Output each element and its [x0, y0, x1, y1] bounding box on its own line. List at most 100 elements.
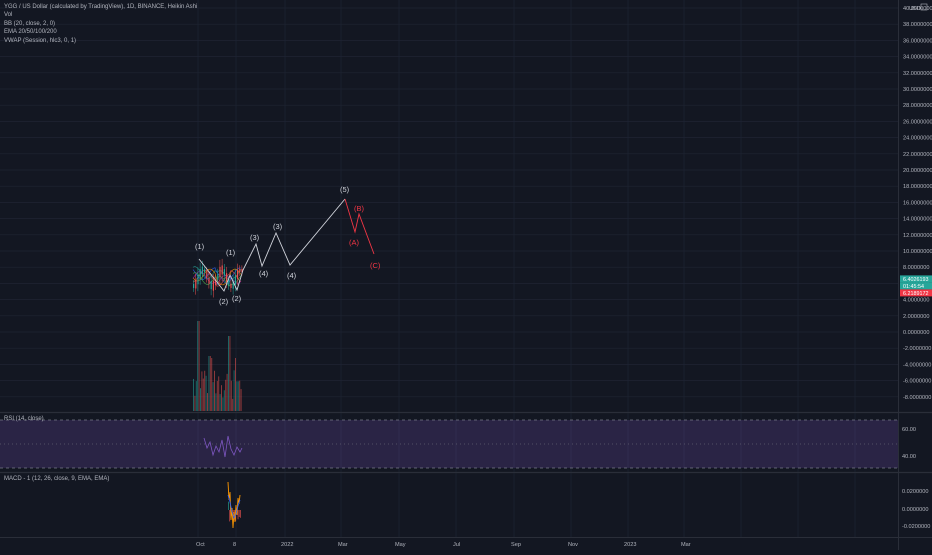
time-label-2022: 2022	[281, 542, 293, 548]
candle-body	[221, 265, 223, 275]
candle-body	[217, 273, 219, 280]
volume-bar	[200, 388, 201, 411]
wave-label-4b[interactable]: (4)	[287, 271, 297, 280]
price-badge-0: 6.4026193	[903, 277, 928, 283]
time-label-may: May	[395, 542, 406, 548]
wave-label-B[interactable]: (B)	[354, 204, 365, 213]
time-label-2023: 2023	[624, 542, 636, 548]
volume-bar	[207, 393, 208, 411]
wave-label-3b[interactable]: (3)	[273, 222, 283, 231]
chart-legend: YGG / US Dollar (calculated by TradingVi…	[4, 3, 197, 45]
rsi-pane-label[interactable]: RSI (14, close)	[4, 416, 44, 422]
volume-bar	[209, 356, 211, 411]
volume-bar	[240, 389, 242, 411]
wave-label-A[interactable]: (A)	[349, 238, 360, 247]
indicator-vwap[interactable]: VWAP (Session, hlc3, 0, 1)	[4, 37, 197, 45]
volume-bar	[201, 371, 203, 411]
volume-bar	[239, 380, 241, 411]
time-label-sep: Sep	[511, 542, 521, 548]
price-tick-12: 16.0000000	[903, 200, 932, 206]
price-badge-2: 6.2189172	[903, 291, 928, 297]
candle-body	[195, 280, 197, 289]
candle-body	[239, 268, 241, 273]
macd-hist-bar	[229, 510, 231, 522]
price-tick-19: 2.0000000	[903, 314, 929, 320]
rsi-tick-40: 40.00	[902, 454, 916, 460]
candle-body	[219, 266, 221, 277]
volume-bar	[218, 376, 220, 411]
rsi-tick-60: 60.00	[902, 427, 916, 433]
volume-bar	[204, 370, 206, 411]
currency-label: USD	[909, 6, 921, 12]
indicator-ema[interactable]: EMA 20/50/100/200	[4, 28, 197, 36]
volume-bar	[216, 380, 218, 411]
price-tick-14: 12.0000000	[903, 233, 932, 239]
price-tick-13: 14.0000000	[903, 217, 932, 223]
volume-bar	[194, 395, 196, 411]
macd-hist-bar	[228, 501, 229, 510]
price-badge-1: 01:45:54	[903, 284, 924, 290]
wave-label-C[interactable]: (C)	[370, 261, 381, 270]
symbol-title[interactable]: YGG / US Dollar (calculated by TradingVi…	[4, 3, 197, 11]
volume-bar	[236, 381, 238, 411]
volume-bar	[225, 379, 227, 411]
volume-bar	[198, 321, 200, 411]
tradingview-chart[interactable]: (1) (2) (1) (2) (3) (4) (3) (4) (5) (B) …	[0, 0, 932, 550]
macd-hist-bar	[240, 510, 241, 518]
price-tick-21: -2.0000000	[903, 346, 931, 352]
price-tick-4: 32.0000000	[903, 71, 932, 77]
volume-bars	[193, 321, 242, 411]
volume-bar	[221, 385, 222, 411]
macd-tick-3: -0.0200000	[902, 524, 930, 530]
time-label-mar-2023: Mar	[681, 542, 691, 548]
volume-bar	[202, 378, 204, 411]
wave-label-1b[interactable]: (1)	[226, 248, 236, 257]
volume-bar	[223, 390, 225, 411]
candle-body	[199, 269, 201, 279]
macd-tick-1: 0.0200000	[902, 489, 928, 495]
candle-body	[234, 275, 236, 285]
time-label-jul: Jul	[453, 542, 460, 548]
wave-label-5[interactable]: (5)	[340, 185, 350, 194]
time-label-nov: Nov	[568, 542, 578, 548]
candle-body	[206, 272, 208, 278]
volume-bar	[222, 397, 224, 411]
indicator-vol[interactable]: Vol	[4, 11, 197, 19]
indicator-bb[interactable]: BB (20, close, 2, 0)	[4, 20, 197, 28]
chart-canvas[interactable]: (1) (2) (1) (2) (3) (4) (3) (4) (5) (B) …	[0, 0, 932, 550]
wave-label-2a[interactable]: (2)	[219, 297, 229, 306]
price-series	[192, 258, 243, 298]
price-tick-7: 26.0000000	[903, 119, 932, 125]
wave-label-1a[interactable]: (1)	[195, 242, 205, 251]
price-tick-24: -8.0000000	[903, 395, 931, 401]
candle-body	[201, 266, 203, 275]
volume-bar	[219, 394, 221, 411]
candle-body	[223, 269, 225, 276]
price-tick-5: 30.0000000	[903, 87, 932, 93]
volume-bar	[226, 373, 228, 411]
price-tick-23: -6.0000000	[903, 379, 931, 385]
candle-body	[197, 274, 199, 285]
wave-label-3a[interactable]: (3)	[250, 233, 260, 242]
price-tick-22: -4.0000000	[903, 362, 931, 368]
price-tick-1: 38.0000000	[903, 22, 932, 28]
wave-label-2b[interactable]: (2)	[232, 294, 242, 303]
price-tick-8: 24.0000000	[903, 136, 932, 142]
volume-bar	[215, 393, 217, 411]
time-label-8: 8	[233, 542, 236, 548]
price-tick-15: 10.0000000	[903, 249, 932, 255]
candle-body	[228, 280, 230, 286]
volume-bar	[229, 336, 231, 411]
time-label-mar: Mar	[338, 542, 348, 548]
wave-label-4a[interactable]: (4)	[259, 269, 269, 278]
volume-bar	[195, 381, 197, 411]
volume-bar	[233, 370, 235, 411]
price-tick-6: 28.0000000	[903, 103, 932, 109]
volume-bar	[211, 357, 213, 411]
macd-pane-label[interactable]: MACD - 1 (12, 26, close, 9, EMA, EMA)	[4, 476, 109, 482]
volume-bar	[232, 398, 234, 411]
candle-body	[212, 280, 214, 291]
candle-body	[208, 277, 210, 284]
price-tick-11: 18.0000000	[903, 184, 932, 190]
candle-body	[193, 284, 195, 288]
